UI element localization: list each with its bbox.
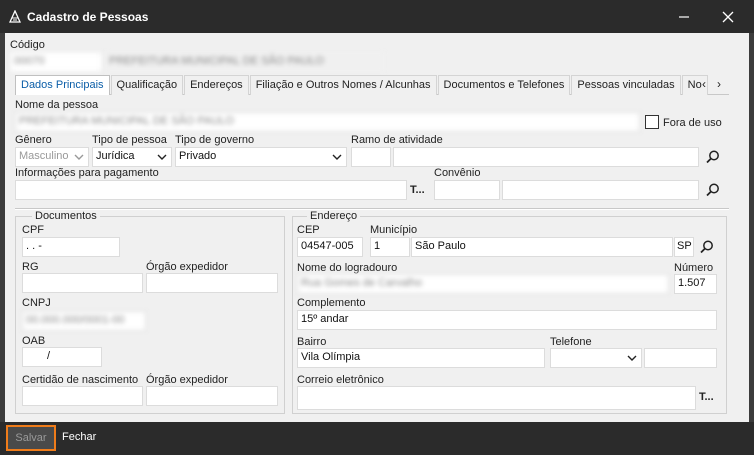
municipio-input[interactable]: São Paulo	[411, 237, 673, 257]
tab-qualificacao[interactable]: Qualificação	[110, 75, 184, 95]
ramo-atividade-label: Ramo de atividade	[351, 134, 443, 146]
title-bar: Cadastro de Pessoas	[0, 0, 754, 33]
tipo-governo-select[interactable]: Privado	[175, 147, 347, 167]
email-input[interactable]	[297, 386, 696, 410]
certidao-input[interactable]	[22, 386, 143, 406]
close-button[interactable]: Fechar	[62, 431, 96, 443]
email-label: Correio eletrônico	[297, 374, 384, 386]
ramo-atividade-input[interactable]	[393, 147, 699, 167]
complemento-input[interactable]: 15º andar	[297, 310, 717, 330]
tab-enderecos[interactable]: Endereços	[184, 75, 249, 95]
tipo-governo-label: Tipo de governo	[175, 134, 255, 146]
complemento-label: Complemento	[297, 297, 366, 309]
app-icon	[8, 9, 22, 23]
minimize-button[interactable]	[664, 0, 704, 33]
logradouro-label: Nome do logradouro	[297, 262, 398, 274]
bairro-label: Bairro	[297, 336, 327, 348]
documentos-group-title: Documentos	[32, 210, 100, 222]
numero-input[interactable]: 1.507	[674, 274, 717, 294]
logradouro-input[interactable]: Rua Gomes de Carvalho	[297, 274, 669, 294]
form-client-area: Código 00070 PREFEITURA MUNICIPAL DE SÃO…	[5, 33, 749, 422]
municipio-code-input[interactable]: 1	[370, 237, 410, 257]
email-more-button[interactable]: T...	[699, 391, 714, 403]
fora-de-uso-checkbox[interactable]	[645, 115, 659, 129]
info-pagamento-more-button[interactable]: T...	[410, 184, 425, 196]
certidao-orgao-label: Órgão expedidor	[146, 374, 228, 386]
search-icon[interactable]	[705, 149, 721, 165]
nome-pessoa-input[interactable]: PREFEITURA MUNICIPAL DE SÃO PAULO	[15, 112, 640, 132]
numero-label: Número	[674, 262, 714, 274]
bairro-input[interactable]: Vila Olímpia	[297, 348, 545, 368]
tab-bar: Dados Principais Qualificação Endereços …	[15, 75, 729, 95]
close-window-button[interactable]	[708, 0, 748, 33]
genero-label: Gênero	[15, 134, 52, 146]
telefone-label: Telefone	[550, 336, 592, 348]
close-icon	[722, 11, 734, 22]
search-icon[interactable]	[705, 182, 721, 198]
rg-label: RG	[22, 261, 39, 273]
search-icon[interactable]	[699, 239, 715, 255]
window-title: Cadastro de Pessoas	[27, 9, 149, 24]
nome-pessoa-label: Nome da pessoa	[15, 99, 99, 111]
certidao-orgao-input[interactable]	[146, 386, 278, 406]
certidao-label: Certidão de nascimento	[22, 374, 139, 386]
cpf-input[interactable]: . . -	[22, 237, 120, 257]
cnpj-label: CNPJ	[22, 297, 51, 309]
chevron-down-icon	[157, 154, 167, 160]
cnpj-input[interactable]: 00.000.000/0001-00	[22, 311, 146, 331]
tab-filiacao[interactable]: Filiação e Outros Nomes / Alcunhas	[249, 75, 437, 95]
oab-label: OAB	[22, 335, 46, 347]
tab-pessoas-vinculadas[interactable]: Pessoas vinculadas	[571, 75, 681, 95]
tipo-pessoa-label: Tipo de pessoa	[92, 134, 167, 146]
tab-dados-principais[interactable]: Dados Principais	[15, 75, 110, 95]
cep-input[interactable]: 04547-005	[297, 237, 363, 257]
convenio-input[interactable]	[502, 180, 699, 200]
info-pagamento-label: Informações para pagamento	[15, 167, 159, 179]
cpf-label: CPF	[22, 224, 44, 236]
chevron-down-icon	[74, 154, 84, 160]
info-pagamento-input[interactable]	[15, 180, 407, 200]
rg-input[interactable]	[22, 273, 143, 293]
rg-orgao-label: Órgão expedidor	[146, 261, 228, 273]
chevron-down-icon	[332, 154, 342, 160]
telefone-input[interactable]	[644, 348, 717, 368]
oab-input[interactable]: /	[22, 347, 102, 367]
telefone-type-select[interactable]	[550, 348, 642, 368]
codigo-field[interactable]: 00070	[10, 52, 102, 72]
footer-bar: Salvar Fechar	[0, 422, 754, 455]
chevron-down-icon	[627, 355, 637, 361]
endereco-group-title: Endereço	[307, 210, 361, 222]
cep-label: CEP	[297, 224, 320, 236]
tipo-pessoa-select[interactable]: Jurídica	[92, 147, 172, 167]
convenio-code-input[interactable]	[434, 180, 500, 200]
tab-scroll-right-icon[interactable]: ›	[717, 77, 721, 91]
rg-orgao-input[interactable]	[146, 273, 278, 293]
section-separator	[15, 208, 729, 210]
tab-documentos-telefones[interactable]: Documentos e Telefones	[437, 75, 571, 95]
fora-de-uso-label: Fora de uso	[663, 117, 722, 129]
genero-select[interactable]: Masculino	[15, 147, 89, 167]
ramo-atividade-code-input[interactable]	[351, 147, 391, 167]
codigo-label: Código	[10, 39, 45, 51]
tab-scroll-left-icon[interactable]: ‹	[702, 77, 706, 91]
minimize-icon	[679, 15, 689, 18]
uf-input[interactable]: SP	[674, 237, 694, 257]
codigo-name-display: PREFEITURA MUNICIPAL DE SÃO PAULO	[105, 52, 385, 72]
save-button[interactable]: Salvar	[6, 425, 56, 451]
municipio-label: Município	[370, 224, 418, 236]
convenio-label: Convênio	[434, 167, 481, 179]
